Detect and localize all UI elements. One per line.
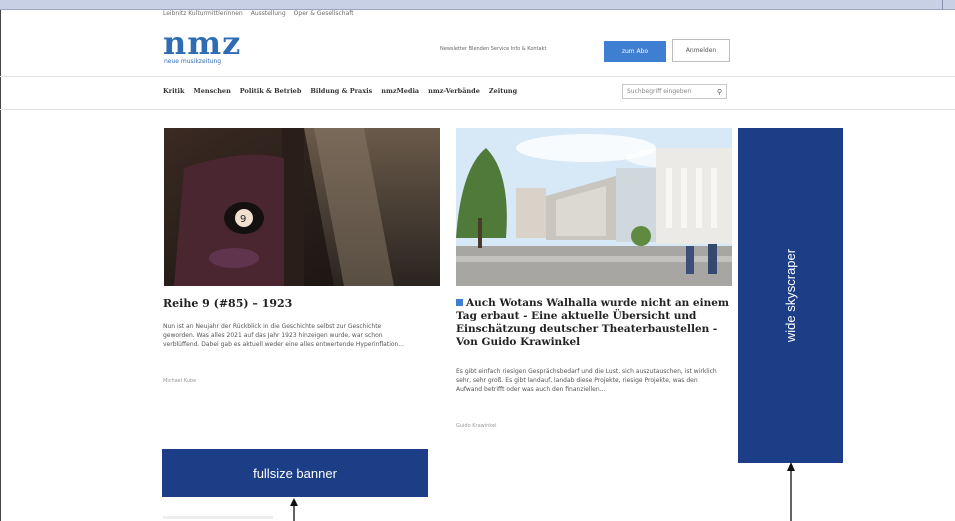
nav-divider xyxy=(0,109,955,110)
fullsize-banner-ad[interactable]: fullsize banner xyxy=(162,449,428,497)
subscribe-button[interactable]: zum Abo xyxy=(604,41,666,62)
article-title[interactable]: Reihe 9 (#85) – 1923 xyxy=(163,297,292,310)
article-excerpt: Nun ist an Neujahr der Rückblick in die … xyxy=(163,323,405,348)
seats-photo: 9 xyxy=(164,128,440,286)
site-logo-subtitle: neue musikzeitung xyxy=(164,58,222,65)
search-placeholder: Suchbegriff eingeben xyxy=(627,88,692,95)
nav-item-kritik[interactable]: Kritik xyxy=(163,85,185,97)
search-input[interactable]: Suchbegriff eingeben ⚲ xyxy=(622,84,727,99)
header-links[interactable]: Newsletter Blenden Service Info & Kontak… xyxy=(440,46,546,52)
article-author[interactable]: Guido Krawinkel xyxy=(456,423,496,429)
window-top-bar xyxy=(0,0,955,10)
seat-number-label: 9 xyxy=(240,214,246,225)
nav-item-zeitung[interactable]: Zeitung xyxy=(489,85,517,97)
nav-item-nmzmedia[interactable]: nmzMedia xyxy=(381,85,419,97)
category-marker-icon xyxy=(456,299,463,306)
login-button[interactable]: Anmelden xyxy=(672,39,730,62)
util-link[interactable]: Ausstellung xyxy=(251,8,286,20)
window-corner xyxy=(942,0,955,9)
nav-item-menschen[interactable]: Menschen xyxy=(194,85,231,97)
utility-links: Leibnitz Kulturmittlerinnen Ausstellung … xyxy=(163,8,354,20)
nav-item-politik[interactable]: Politik & Betrieb xyxy=(240,85,302,97)
util-link[interactable]: Leibnitz Kulturmittlerinnen xyxy=(163,8,243,20)
main-navigation: Kritik Menschen Politik & Betrieb Bildun… xyxy=(163,85,517,97)
article-excerpt: Es gibt einfach riesigen Gesprächsbedarf… xyxy=(456,368,717,393)
arrow-up-icon xyxy=(290,498,298,521)
skyscraper-ad[interactable]: wide skyscraper xyxy=(738,128,843,463)
building-photo xyxy=(456,128,732,286)
faint-content-line xyxy=(163,516,273,519)
site-logo[interactable]: nmz xyxy=(163,27,241,59)
skyscraper-ad-label: wide skyscraper xyxy=(782,248,798,343)
search-icon[interactable]: ⚲ xyxy=(717,88,722,96)
util-link[interactable]: Oper & Gesellschaft xyxy=(294,8,354,20)
nav-item-bildung[interactable]: Bildung & Praxis xyxy=(310,85,372,97)
article-image-building[interactable] xyxy=(456,128,732,286)
article-title[interactable]: Auch Wotans Walhalla wurde nicht an eine… xyxy=(456,297,734,349)
article-image-seats[interactable]: 9 xyxy=(164,128,440,286)
nav-item-verbaende[interactable]: nmz-Verbände xyxy=(428,85,480,97)
article-title-text[interactable]: Auch Wotans Walhalla wurde nicht an eine… xyxy=(456,297,729,348)
arrow-up-icon xyxy=(787,462,795,521)
article-author[interactable]: Michael Kube xyxy=(163,378,196,384)
header-divider xyxy=(0,76,955,77)
